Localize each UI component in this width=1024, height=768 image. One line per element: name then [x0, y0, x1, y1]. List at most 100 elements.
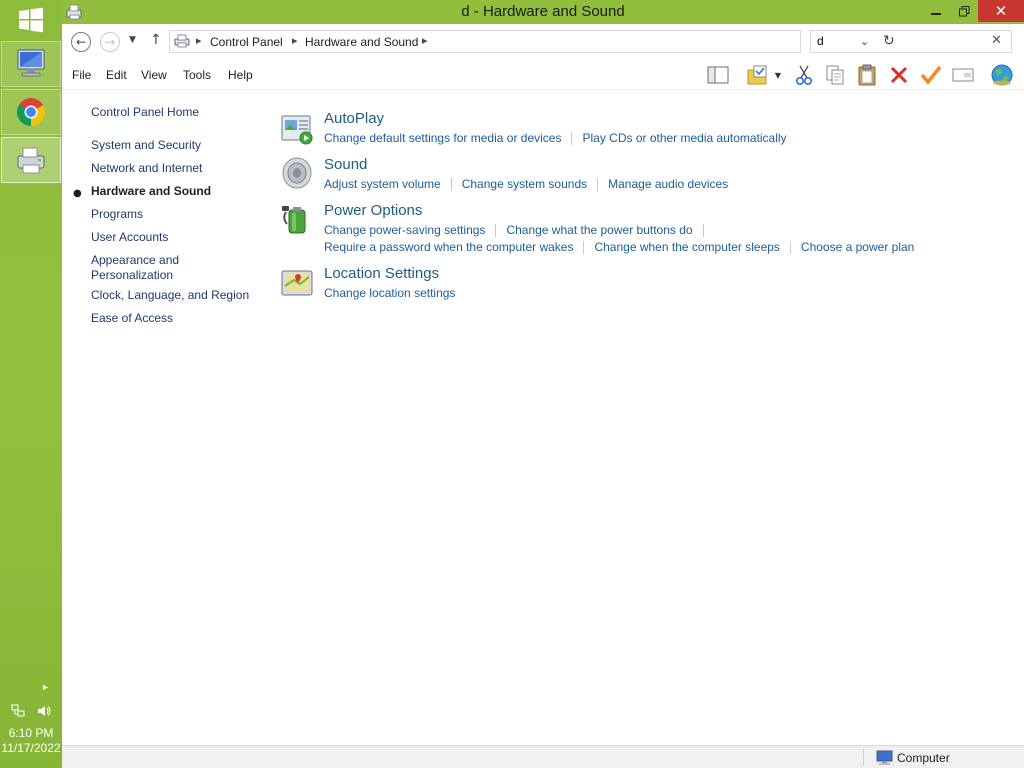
copy-button[interactable] — [823, 63, 847, 87]
nav-label-line: Personalization — [91, 268, 174, 282]
nav-hardware-and-sound[interactable]: Hardware and Sound — [91, 184, 266, 199]
menu-bar: File Edit View Tools Help ▼ — [62, 60, 1024, 90]
forward-arrow-icon: → — [104, 35, 116, 49]
breadcrumb-chevron-icon[interactable]: ▸ — [422, 34, 428, 47]
chrome-icon — [17, 98, 45, 126]
minimize-icon — [931, 13, 941, 15]
paste-button[interactable] — [855, 63, 879, 87]
delete-button[interactable] — [887, 63, 911, 87]
restore-button[interactable] — [950, 0, 978, 22]
nav-ease-of-access[interactable]: Ease of Access — [91, 311, 266, 326]
taskbar-control-panel-app[interactable] — [1, 137, 61, 183]
nav-user-accounts[interactable]: User Accounts — [91, 230, 266, 245]
nav-network-and-internet[interactable]: Network and Internet — [91, 161, 266, 176]
clock-time: 6:10 PM — [8, 726, 54, 740]
title-bar[interactable]: d - Hardware and Sound ✕ — [62, 0, 1024, 24]
breadcrumb-chevron-icon[interactable]: ▸ — [292, 34, 298, 47]
up-button[interactable]: ↑ — [150, 32, 162, 48]
up-arrow-icon: ↑ — [150, 32, 162, 48]
link-change-power-saving-settings[interactable]: Change power-saving settings — [324, 223, 485, 237]
link-adjust-system-volume[interactable]: Adjust system volume — [324, 177, 441, 191]
location-settings-title[interactable]: Location Settings — [324, 265, 439, 282]
location-icon[interactable] — [280, 266, 314, 300]
link-choose-power-plan[interactable]: Choose a power plan — [801, 240, 914, 254]
link-separator — [571, 132, 573, 145]
nav-system-and-security[interactable]: System and Security — [91, 138, 266, 153]
network-icon[interactable] — [10, 703, 26, 719]
power-options-title[interactable]: Power Options — [324, 202, 422, 219]
breadcrumb-control-panel[interactable]: Control Panel — [210, 35, 283, 49]
link-separator — [789, 241, 791, 254]
apply-button[interactable] — [919, 63, 943, 87]
cut-icon — [795, 65, 813, 86]
back-button[interactable]: ← — [71, 32, 91, 52]
speaker-icon[interactable] — [280, 156, 314, 190]
link-change-sleep-time[interactable]: Change when the computer sleeps — [594, 240, 779, 254]
search-box[interactable]: ✕ — [810, 30, 1012, 53]
link-manage-audio-devices[interactable]: Manage audio devices — [608, 177, 728, 191]
autoplay-icon[interactable] — [280, 112, 314, 146]
close-button[interactable]: ✕ — [978, 0, 1024, 22]
clock-date: 11/17/2022 — [1, 741, 61, 755]
forward-button[interactable]: → — [100, 32, 120, 52]
nav-label-line: Appearance and — [91, 253, 180, 267]
rename-button[interactable] — [951, 63, 975, 87]
breadcrumb-chevron-icon[interactable]: ▸ — [196, 34, 202, 47]
search-input[interactable] — [817, 34, 987, 48]
menu-view[interactable]: View — [141, 68, 167, 82]
navigation-bar: ← → ▼ ↑ ▸ Control Panel ▸ Hardware and S… — [62, 24, 1024, 60]
link-change-default-settings[interactable]: Change default settings for media or dev… — [324, 131, 561, 145]
status-location-text: Computer — [897, 751, 950, 765]
nav-clock-language-region[interactable]: Clock, Language, and Region — [91, 288, 266, 303]
system-tray — [10, 703, 52, 719]
computer-icon — [876, 750, 893, 765]
nav-control-panel-home[interactable]: Control Panel Home — [91, 105, 266, 120]
minimize-button[interactable] — [922, 0, 950, 22]
select-button[interactable] — [745, 63, 769, 87]
recent-locations-dropdown[interactable]: ▼ — [129, 35, 136, 45]
copy-icon — [826, 65, 844, 85]
select-dropdown[interactable]: ▼ — [770, 63, 786, 87]
power-options-links-row-2: Require a password when the computer wak… — [324, 240, 914, 254]
start-button[interactable] — [1, 0, 61, 40]
back-arrow-icon: ← — [75, 35, 87, 49]
nav-appearance-and-personalization[interactable]: Appearance and Personalization — [91, 253, 266, 283]
autoplay-title[interactable]: AutoPlay — [324, 110, 384, 127]
power-options-links-row-1: Change power-saving settings Change what… — [324, 223, 714, 237]
link-require-password-on-wake[interactable]: Require a password when the computer wak… — [324, 240, 573, 254]
link-change-system-sounds[interactable]: Change system sounds — [462, 177, 587, 191]
cut-button[interactable] — [792, 63, 816, 87]
battery-icon[interactable] — [280, 202, 314, 236]
taskbar-chrome-app[interactable] — [1, 89, 61, 135]
link-change-location-settings[interactable]: Change location settings — [324, 286, 455, 300]
clear-search-button[interactable]: ✕ — [991, 33, 1002, 48]
tray-overflow-chevron[interactable]: ▸ — [43, 682, 48, 693]
link-change-power-buttons[interactable]: Change what the power buttons do — [506, 223, 692, 237]
menu-file[interactable]: File — [72, 68, 91, 82]
breadcrumb-hardware-and-sound[interactable]: Hardware and Sound — [305, 35, 418, 49]
globe-icon — [991, 64, 1013, 86]
menu-edit[interactable]: Edit — [106, 68, 127, 82]
sound-title[interactable]: Sound — [324, 156, 367, 173]
link-separator — [450, 178, 452, 191]
windows-logo-icon — [19, 7, 43, 33]
layout-button[interactable] — [706, 63, 730, 87]
paste-icon — [858, 64, 876, 86]
globe-button[interactable] — [990, 63, 1014, 87]
nav-programs[interactable]: Programs — [91, 207, 266, 222]
menu-tools[interactable]: Tools — [183, 68, 211, 82]
address-bar[interactable]: ▸ Control Panel ▸ Hardware and Sound ▸ ⌄… — [169, 30, 895, 53]
link-play-cds-automatically[interactable]: Play CDs or other media automatically — [582, 131, 786, 145]
taskbar-computer-app[interactable] — [1, 41, 61, 87]
volume-icon[interactable] — [36, 703, 52, 719]
menu-help[interactable]: Help — [228, 68, 253, 82]
rename-icon — [952, 68, 974, 82]
current-item-bullet: ● — [73, 188, 82, 199]
folder-check-icon — [747, 65, 767, 85]
link-separator — [583, 241, 585, 254]
layout-icon — [707, 66, 729, 84]
taskbar-clock[interactable]: 6:10 PM 11/17/2022 — [0, 726, 62, 756]
main-content: AutoPlay Change default settings for med… — [272, 90, 1024, 745]
autoplay-links: Change default settings for media or dev… — [324, 131, 787, 145]
status-bar: Computer — [62, 745, 1024, 768]
